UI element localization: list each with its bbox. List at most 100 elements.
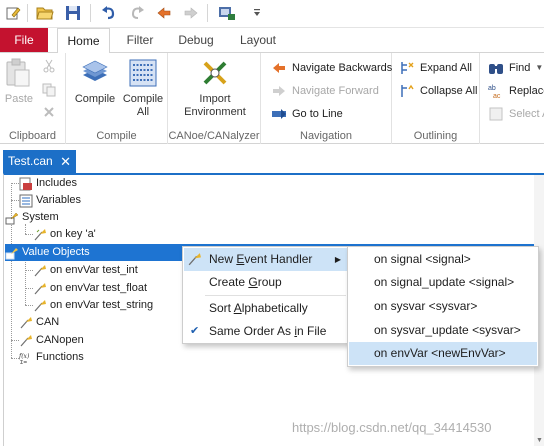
event-group-icon	[5, 212, 19, 224]
redo-icon	[126, 2, 148, 24]
back-icon[interactable]	[153, 2, 175, 24]
paste-icon	[6, 58, 30, 87]
document-tab[interactable]: Test.can ✕	[3, 150, 76, 173]
customize-dropdown-icon[interactable]	[246, 2, 268, 24]
go-to-line-button[interactable]: Go to Line	[271, 104, 343, 124]
event-handler-icon	[34, 228, 46, 240]
tab-filter[interactable]: Filter	[118, 28, 162, 52]
compile-quick-icon[interactable]	[216, 2, 238, 24]
tab-layout[interactable]: Layout	[233, 28, 283, 52]
tree-item-can[interactable]: CAN	[19, 314, 59, 331]
clipboard-group: Paste Clipboard	[0, 53, 66, 144]
copy-icon[interactable]	[42, 83, 56, 100]
include-file-icon	[19, 177, 32, 190]
menu-item-sort-alphabetically[interactable]: Sort Alphabetically	[184, 297, 347, 320]
ribbon-tabs: File Home Filter Debug Layout	[0, 28, 544, 53]
variables-icon	[19, 194, 33, 207]
submenu-item-on-sysvar-update[interactable]: on sysvar_update <sysvar>	[349, 319, 537, 342]
replace-icon: abac	[488, 85, 501, 99]
expand-all-icon	[401, 62, 414, 74]
event-handler-icon	[34, 299, 46, 311]
outlining-group-label: Outlining	[413, 130, 458, 142]
menu-item-same-order-as-in-file[interactable]: ✔ Same Order As in File	[184, 320, 347, 343]
watermark: https://blog.csdn.net/qq_34414530	[292, 420, 492, 435]
compile-all-button[interactable]: Compile All	[120, 57, 166, 119]
menu-item-new-event-handler[interactable]: New Event Handler ▶	[184, 248, 347, 271]
compile-all-icon	[129, 59, 157, 87]
replace-button[interactable]: abac Replace	[488, 81, 544, 101]
clipboard-group-label: Clipboard	[8, 130, 57, 142]
document-tab-title: Test.can	[8, 154, 53, 168]
tab-file[interactable]: File	[0, 28, 48, 52]
outlining-group: Expand All Collapse All Outlining	[392, 53, 480, 144]
submenu-arrow-icon: ▶	[334, 255, 341, 264]
save-icon[interactable]	[62, 2, 84, 24]
navigate-backwards-button[interactable]: Navigate Backwards	[271, 58, 392, 78]
functions-icon: f(x)Σ=	[19, 353, 30, 365]
open-folder-icon[interactable]	[34, 2, 56, 24]
svg-text:ab: ab	[488, 85, 496, 92]
select-all-button[interactable]: Select A	[488, 104, 544, 124]
document-tab-strip: Test.can ✕	[0, 148, 544, 173]
collapse-all-icon	[401, 84, 414, 97]
collapse-all-button[interactable]: Collapse All	[399, 81, 477, 101]
cut-icon[interactable]	[42, 59, 56, 76]
navigate-back-icon	[273, 63, 285, 73]
forward-icon	[180, 2, 202, 24]
compile-button[interactable]: Compile	[72, 57, 118, 106]
submenu-item-on-signal[interactable]: on signal <signal>	[349, 248, 537, 271]
tree-item-envvar-float[interactable]: on envVar test_float	[33, 280, 147, 297]
find-button[interactable]: Find ▼	[488, 58, 543, 78]
close-icon[interactable]: ✕	[60, 150, 71, 173]
tree-item-includes[interactable]: Includes	[19, 175, 77, 192]
tab-debug[interactable]: Debug	[172, 28, 220, 52]
svg-text:Σ=: Σ=	[20, 360, 27, 365]
ribbon: Paste Clipboard Compile Compile All Comp…	[0, 52, 544, 144]
find-binoculars-icon	[489, 64, 503, 74]
event-handler-icon	[20, 334, 32, 346]
import-environment-button[interactable]: Import Environment	[174, 57, 256, 119]
import-environment-icon	[203, 61, 227, 85]
undo-icon[interactable]	[98, 2, 120, 24]
navigation-group: Navigate Backwards Navigate Forward Go t…	[261, 53, 392, 144]
tree-item-functions[interactable]: f(x) Σ= Functions	[19, 349, 84, 366]
context-menu: New Event Handler ▶ Create Group Sort Al…	[182, 246, 349, 344]
canoe-group-label: CANoe/CANalyzer	[168, 130, 260, 142]
tree-item-canopen[interactable]: CANopen	[19, 332, 84, 349]
compile-icon	[82, 60, 108, 81]
edit-icon[interactable]	[2, 2, 24, 24]
go-to-line-icon	[272, 109, 286, 119]
tree-item-envvar-string[interactable]: on envVar test_string	[33, 297, 153, 314]
editing-group: Find ▼ abac Replace Select A	[480, 53, 544, 144]
tab-home[interactable]: Home	[57, 28, 110, 53]
format-painter-icon[interactable]	[42, 105, 56, 122]
tree-item-system[interactable]: System	[5, 209, 59, 226]
menu-item-create-group[interactable]: Create Group	[184, 271, 347, 294]
navigation-group-label: Navigation	[300, 130, 352, 142]
expand-all-button[interactable]: Expand All	[399, 58, 472, 78]
submenu-item-on-signal-update[interactable]: on signal_update <signal>	[349, 271, 537, 294]
navigate-forward-icon	[273, 86, 285, 96]
event-handler-icon	[20, 316, 32, 328]
paste-button[interactable]: Paste	[2, 57, 36, 106]
select-all-icon	[489, 107, 503, 121]
tree-item-variables[interactable]: Variables	[19, 192, 81, 209]
event-handler-icon	[34, 282, 46, 294]
scroll-down-icon[interactable]: ▼	[536, 437, 543, 444]
checkmark-icon: ✔	[190, 325, 200, 337]
quick-access-toolbar	[0, 0, 544, 28]
navigate-forward-button[interactable]: Navigate Forward	[271, 81, 379, 101]
tree-item-on-key-a[interactable]: on key 'a'	[33, 226, 96, 243]
find-dropdown-icon[interactable]: ▼	[535, 58, 543, 78]
compile-group: Compile Compile All Compile	[66, 53, 168, 144]
compile-group-label: Compile	[96, 130, 137, 142]
canoe-group: Import Environment CANoe/CANalyzer	[168, 53, 261, 144]
submenu-item-on-envvar[interactable]: on envVar <newEnvVar>	[349, 342, 537, 365]
svg-text:f(x): f(x)	[19, 353, 30, 360]
submenu-item-on-sysvar[interactable]: on sysvar <sysvar>	[349, 295, 537, 318]
tree-item-envvar-int[interactable]: on envVar test_int	[33, 262, 138, 279]
event-handler-icon	[34, 264, 46, 276]
event-handler-submenu: on signal <signal> on signal_update <sig…	[347, 246, 539, 367]
event-handler-icon	[188, 253, 201, 266]
svg-text:ac: ac	[493, 93, 501, 99]
